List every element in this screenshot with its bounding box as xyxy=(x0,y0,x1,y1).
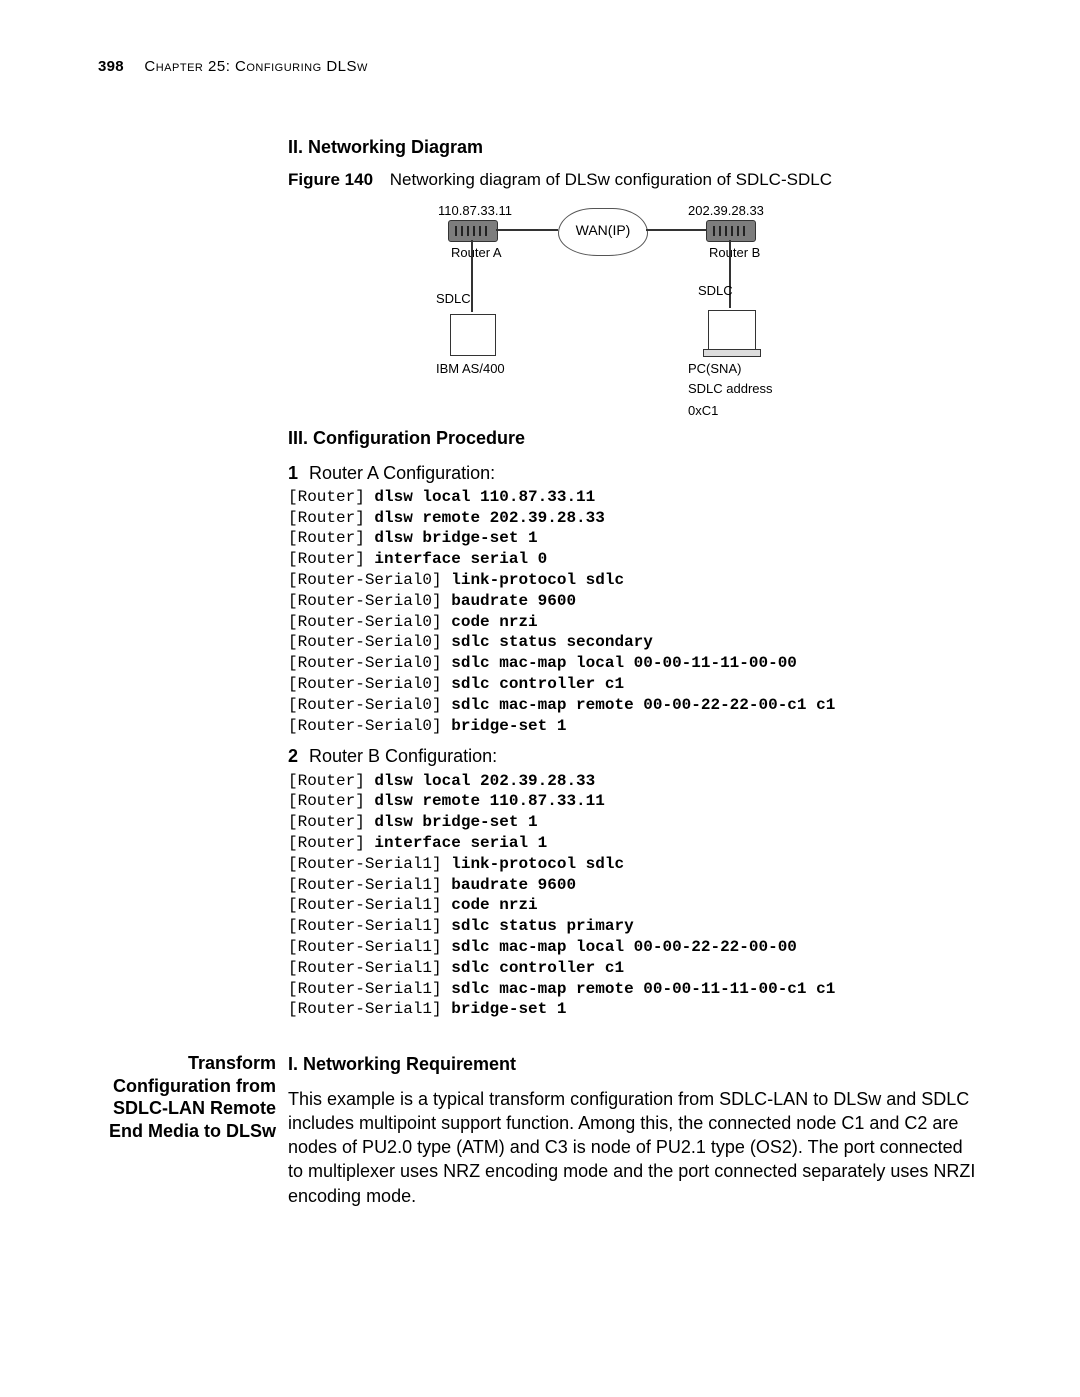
as400-label: IBM AS/400 xyxy=(436,360,505,378)
step-2: 2 Router B Configuration: xyxy=(288,744,982,768)
page-header: 398 Chapter 25: Configuring DLSw xyxy=(98,58,982,75)
networking-diagram: 110.87.33.11 202.39.28.33 Router A WAN(I… xyxy=(288,202,982,422)
step-2-number: 2 xyxy=(288,744,304,768)
page-number: 398 xyxy=(98,58,124,75)
link-line-right xyxy=(646,229,706,231)
router-b-config-code: [Router] dlsw local 202.39.28.33 [Router… xyxy=(288,771,982,1021)
figure-caption: Figure 140 Networking diagram of DLSw co… xyxy=(288,169,982,192)
section3-heading: III. Configuration Procedure xyxy=(288,426,982,450)
ip-a-label: 110.87.33.11 xyxy=(438,202,512,220)
router-b-label: Router B xyxy=(709,244,760,262)
router-a-config-code: [Router] dlsw local 110.87.33.11 [Router… xyxy=(288,487,982,737)
pc-label-1: PC(SNA) xyxy=(688,360,741,378)
as400-device-icon xyxy=(450,314,496,356)
router-a-icon xyxy=(448,220,498,242)
sdlc-b-label: SDLC xyxy=(698,282,733,300)
pc-label-3: 0xC1 xyxy=(688,402,718,420)
section-transform-sidebar-title: Transform Configuration from SDLC-LAN Re… xyxy=(98,1052,288,1208)
link-line-left xyxy=(496,229,558,231)
chapter-label: Chapter 25: Configuring DLSw xyxy=(144,58,367,75)
ip-b-label: 202.39.28.33 xyxy=(688,202,764,220)
router-b-icon xyxy=(706,220,756,242)
step-2-text: Router B Configuration: xyxy=(309,746,497,766)
figure-label: Figure 140 xyxy=(288,170,373,189)
vline-a xyxy=(471,240,473,312)
section-transform-paragraph: This example is a typical transform conf… xyxy=(288,1087,982,1208)
wan-cloud-label: WAN(IP) xyxy=(576,222,631,238)
pc-label-2: SDLC address xyxy=(688,380,773,398)
section-transform-heading: I. Networking Requirement xyxy=(288,1052,982,1076)
step-1-text: Router A Configuration: xyxy=(309,463,495,483)
router-a-label: Router A xyxy=(451,244,502,262)
sdlc-a-label: SDLC xyxy=(436,290,471,308)
figure-caption-text: Networking diagram of DLSw configuration… xyxy=(390,170,832,189)
step-1-number: 1 xyxy=(288,461,304,485)
wan-cloud-icon: WAN(IP) xyxy=(558,208,648,256)
pc-device-icon xyxy=(708,310,756,350)
section2-heading: II. Networking Diagram xyxy=(288,135,982,159)
step-1: 1 Router A Configuration: xyxy=(288,461,982,485)
